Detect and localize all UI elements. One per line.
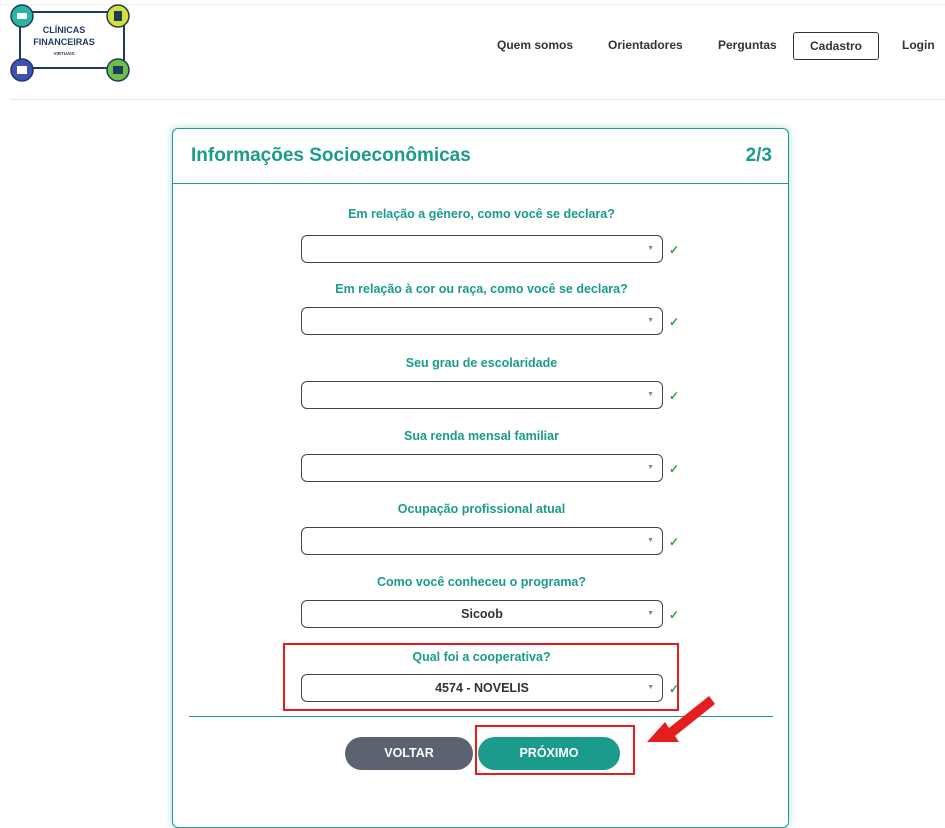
check-icon: ✓: [669, 243, 680, 257]
nav-quem-somos[interactable]: Quem somos: [497, 38, 573, 52]
top-divider: [0, 4, 945, 5]
logo-text-1: CLÍNICAS: [43, 25, 86, 35]
logo-coins-icon: [106, 4, 130, 28]
header-divider: [10, 99, 945, 100]
education-select[interactable]: ▼: [301, 381, 663, 409]
annotation-highlight-next: [475, 725, 635, 775]
question-income-label: Sua renda mensal familiar: [404, 429, 559, 443]
dropdown-arrow-icon: ▼: [647, 317, 654, 324]
form-step-indicator: 2/3: [745, 145, 772, 166]
dropdown-arrow-icon: ▼: [647, 464, 654, 471]
nav-orientadores[interactable]: Orientadores: [608, 38, 683, 52]
annotation-highlight-cooperative: [283, 643, 679, 711]
source-select[interactable]: Sicoob ▼: [301, 600, 663, 628]
question-race-label: Em relação à cor ou raça, como você se d…: [335, 282, 628, 296]
check-icon: ✓: [669, 608, 680, 622]
check-icon: ✓: [669, 462, 680, 476]
dropdown-arrow-icon: ▼: [647, 245, 654, 252]
check-icon: ✓: [669, 315, 680, 329]
nav-perguntas[interactable]: Perguntas: [718, 38, 777, 52]
back-button[interactable]: VOLTAR: [345, 737, 473, 770]
race-select[interactable]: ▼: [301, 307, 663, 335]
nav-cadastro-button[interactable]: Cadastro: [793, 32, 879, 60]
gender-select[interactable]: ▼: [301, 235, 663, 263]
title-divider: [173, 183, 788, 184]
logo-text-2: FINANCEIRAS: [33, 37, 95, 47]
annotation-arrow-icon: [647, 696, 715, 742]
question-education-label: Seu grau de escolaridade: [405, 356, 558, 370]
logo-text-3: VIRTUAIS: [53, 51, 74, 56]
logo-wallet-icon: [10, 4, 34, 28]
occupation-select[interactable]: ▼: [301, 527, 663, 555]
logo-bank-icon: [10, 58, 34, 82]
logo-money-icon: [106, 58, 130, 82]
source-select-value: Sicoob: [461, 607, 503, 621]
site-header: CLÍNICAS FINANCEIRAS VIRTUAIS Quem somos…: [0, 0, 945, 100]
check-icon: ✓: [669, 389, 680, 403]
site-logo[interactable]: CLÍNICAS FINANCEIRAS VIRTUAIS: [8, 0, 136, 84]
question-gender-label: Em relação a gênero, como você se declar…: [348, 207, 615, 221]
dropdown-arrow-icon: ▼: [647, 610, 654, 617]
dropdown-arrow-icon: ▼: [647, 391, 654, 398]
check-icon: ✓: [669, 535, 680, 549]
question-source-label: Como você conheceu o programa?: [376, 575, 587, 589]
income-select[interactable]: ▼: [301, 454, 663, 482]
form-title: Informações Socioeconômicas: [191, 145, 471, 166]
question-occupation-label: Ocupação profissional atual: [397, 502, 566, 516]
dropdown-arrow-icon: ▼: [647, 537, 654, 544]
nav-login[interactable]: Login: [902, 38, 935, 52]
